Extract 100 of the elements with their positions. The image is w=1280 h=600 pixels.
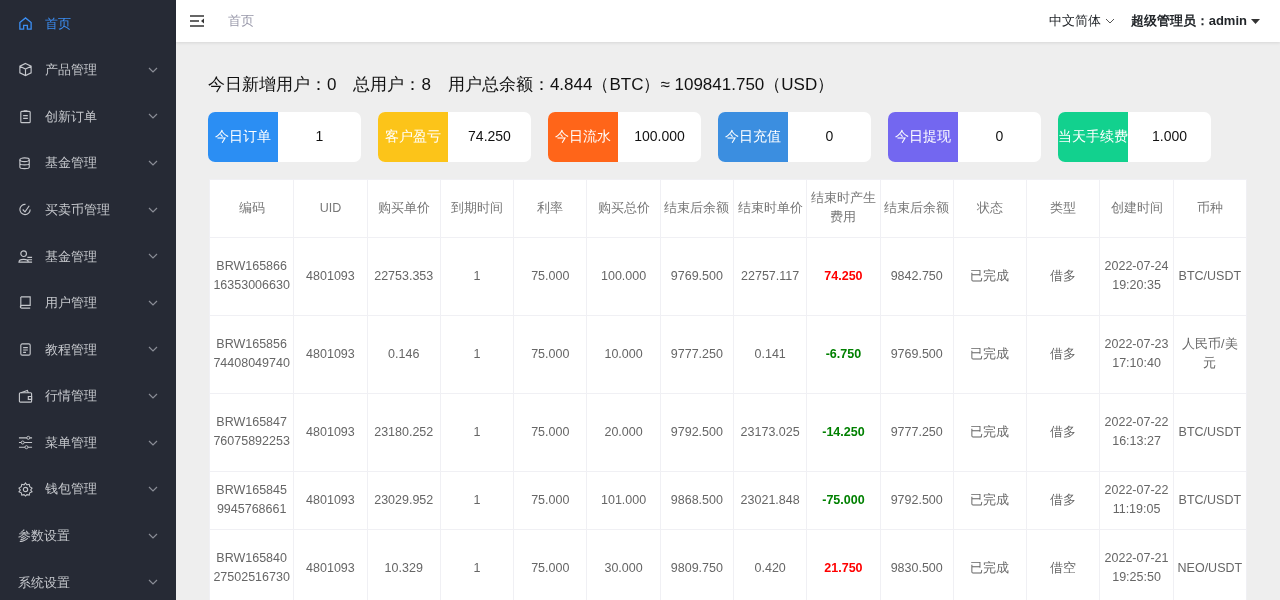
sidebar-item[interactable]: 钱包管理 — [0, 465, 176, 513]
table-cell: 100.000 — [586, 237, 661, 315]
table-cell: BRW16586616353006630 — [209, 237, 294, 315]
table-cell: 0.141 — [733, 315, 807, 393]
column-header: UID — [293, 179, 368, 237]
sidebar-item[interactable]: 基金管理 — [0, 139, 176, 187]
wallet-icon — [18, 388, 33, 404]
home-icon — [18, 15, 33, 31]
table-cell: BTC/USDT — [1173, 471, 1247, 529]
table-cell: 10.000 — [586, 315, 661, 393]
column-header: 结束后余额 — [660, 179, 734, 237]
sidebar-item[interactable]: 行情管理 — [0, 372, 176, 420]
sidebar-item[interactable]: 产品管理 — [0, 46, 176, 94]
table-cell: 1 — [440, 393, 514, 471]
summary-text: 今日新增用户：0 总用户：8 用户总余额：4.844（BTC）≈ 109841.750（USD） — [208, 74, 836, 96]
stat-value: 0 — [994, 127, 1005, 146]
stat-label: 今日流水 — [548, 111, 618, 162]
sidebar-item[interactable]: 首页 — [0, 0, 176, 47]
column-header: 购买总价 — [586, 179, 661, 237]
stat-value: 1 — [314, 127, 325, 146]
column-header: 状态 — [953, 179, 1027, 237]
table-cell: 9792.500 — [660, 393, 734, 471]
cube-icon — [18, 62, 33, 78]
table-cell: 101.000 — [586, 471, 661, 529]
column-header: 结束后余额 — [880, 179, 954, 237]
table-cell: 4801093 — [293, 237, 368, 315]
table-cell: 75.000 — [513, 393, 587, 471]
table-cell: 20.000 — [586, 393, 661, 471]
column-header: 结束时产生费用 — [806, 179, 881, 237]
table-cell: 22757.117 — [733, 237, 807, 315]
table-cell: 已完成 — [953, 393, 1027, 471]
table-cell: -6.750 — [806, 315, 881, 393]
stat-label: 今日订单 — [208, 111, 278, 162]
sidebar-item[interactable]: 系统设置 — [0, 559, 176, 600]
table-cell: 22753.353 — [367, 237, 441, 315]
table-cell: 1 — [440, 315, 514, 393]
table-cell: 23021.848 — [733, 471, 807, 529]
database-icon — [18, 155, 33, 171]
table-cell: 1 — [440, 471, 514, 529]
table-cell: 9792.500 — [880, 471, 954, 529]
table-cell: BRW16584776075892253 — [209, 393, 294, 471]
user-dropdown[interactable]: 超级管理员：admin — [1130, 11, 1260, 31]
sidebar-item[interactable]: 买卖币管理 — [0, 186, 176, 233]
table-cell: BTC/USDT — [1173, 393, 1247, 471]
table-cell: 2022-07-23 17:10:40 — [1099, 315, 1174, 393]
chevron-down-icon — [1104, 18, 1115, 24]
table-cell: 23173.025 — [733, 393, 807, 471]
table-cell: 75.000 — [513, 237, 587, 315]
sidebar-item[interactable]: 教程管理 — [0, 326, 176, 373]
book-icon — [18, 295, 33, 311]
stat-value: 100.000 — [633, 127, 686, 146]
table-cell: 9842.750 — [880, 237, 954, 315]
menu-icon[interactable] — [190, 15, 204, 27]
table-cell: BRW16584027502516730 — [209, 529, 294, 600]
table-cell: 已完成 — [953, 237, 1027, 315]
column-header: 编码 — [209, 179, 294, 237]
table-cell: 借多 — [1026, 237, 1100, 315]
sliders-icon — [18, 435, 33, 451]
table-cell: 4801093 — [293, 393, 368, 471]
stat-value: 74.250 — [467, 127, 512, 146]
user-icon — [18, 248, 33, 264]
document-icon — [18, 341, 33, 357]
table-cell: 9777.250 — [880, 393, 954, 471]
column-header: 币种 — [1173, 179, 1247, 237]
table-cell: 2022-07-22 11:19:05 — [1099, 471, 1174, 529]
table-cell: 借多 — [1026, 471, 1100, 529]
table-cell: BRW16585674408049740 — [209, 315, 294, 393]
clipboard-icon — [18, 109, 33, 124]
table-cell: 9868.500 — [660, 471, 734, 529]
column-header: 购买单价 — [367, 179, 441, 237]
column-header: 到期时间 — [440, 179, 514, 237]
table-cell: 23180.252 — [367, 393, 441, 471]
table-cell: 2022-07-22 16:13:27 — [1099, 393, 1174, 471]
table-cell: 9769.500 — [880, 315, 954, 393]
sidebar-item[interactable]: 用户管理 — [0, 279, 176, 327]
table-cell: 借多 — [1026, 393, 1100, 471]
table-cell: -75.000 — [806, 471, 881, 529]
table-cell: 人民币/美元 — [1173, 315, 1247, 393]
caret-down-icon — [1251, 18, 1260, 24]
stat-label: 今日充值 — [718, 111, 788, 162]
table-cell: 借多 — [1026, 315, 1100, 393]
table-cell: BRW1658459945768661 — [209, 471, 294, 529]
language-dropdown[interactable]: 中文简体 — [1048, 11, 1115, 31]
sidebar-item[interactable]: 参数设置 — [0, 512, 176, 560]
table-cell: 2022-07-24 19:20:35 — [1099, 237, 1174, 315]
check-circle-icon — [18, 202, 33, 218]
stat-value: 1.000 — [1150, 127, 1188, 146]
gear-icon — [18, 481, 33, 497]
table-cell: 23029.952 — [367, 471, 441, 529]
table-cell: BTC/USDT — [1173, 237, 1247, 315]
table-cell: -14.250 — [806, 393, 881, 471]
table-cell: 0.146 — [367, 315, 441, 393]
column-header: 创建时间 — [1099, 179, 1174, 237]
stat-label: 当天手续费 — [1058, 111, 1128, 162]
sidebar-item[interactable]: 基金管理 — [0, 232, 176, 280]
stat-label: 今日提现 — [888, 111, 958, 162]
table-cell: 已完成 — [953, 315, 1027, 393]
sidebar-item[interactable]: 菜单管理 — [0, 419, 176, 466]
table-cell: 4801093 — [293, 315, 368, 393]
sidebar-item[interactable]: 创新订单 — [0, 93, 176, 140]
